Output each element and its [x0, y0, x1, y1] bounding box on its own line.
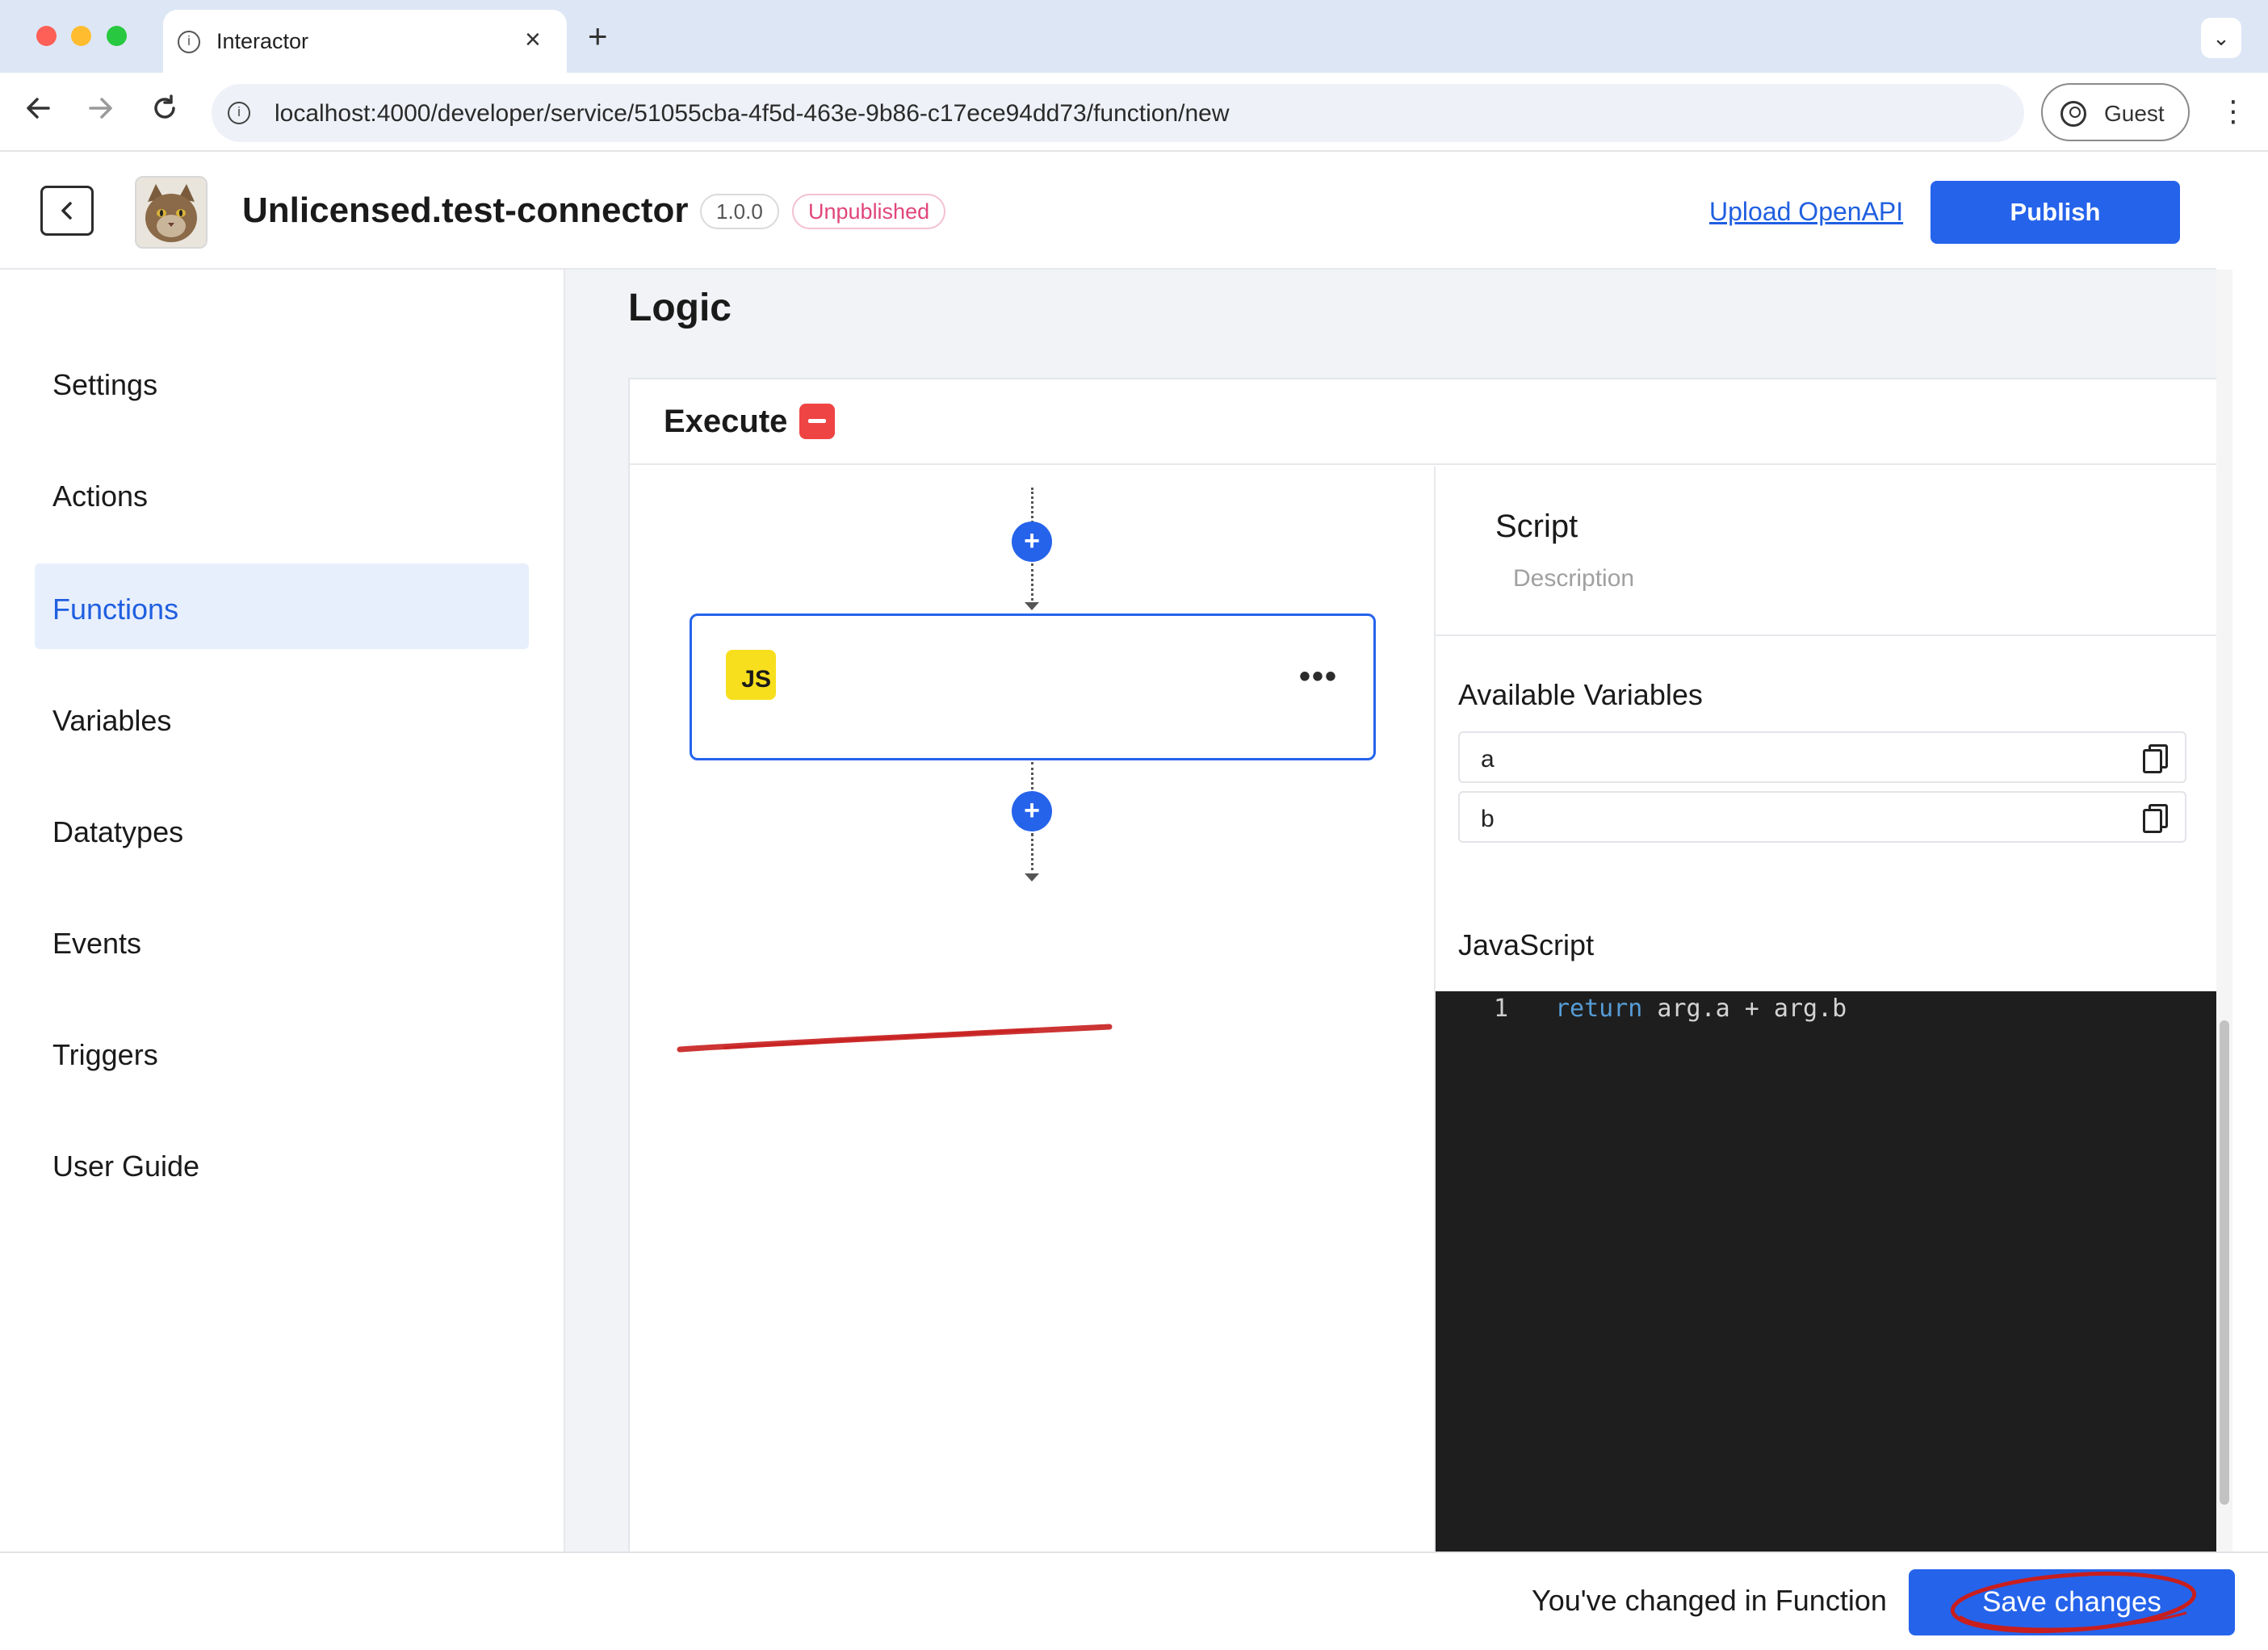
flow-connector	[1031, 563, 1033, 605]
flow-connector	[1031, 833, 1033, 877]
unsaved-changes-message: You've changed in Function	[1532, 1584, 1887, 1617]
kebab-menu-icon[interactable]: ⋮	[2219, 95, 2248, 128]
sidebar-item-label: Triggers	[52, 1038, 158, 1071]
browser-toolbar: i localhost:4000/developer/service/51055…	[0, 73, 2268, 152]
close-window-button[interactable]	[36, 26, 57, 46]
maximize-window-button[interactable]	[107, 26, 127, 46]
reload-icon	[154, 94, 175, 119]
sidebar-item-settings[interactable]: Settings	[35, 339, 529, 425]
user-icon	[2060, 101, 2086, 127]
arrow-down-icon	[1025, 602, 1039, 610]
sidebar-item-label: Settings	[52, 368, 158, 401]
site-info-icon[interactable]: i	[228, 102, 250, 124]
chevron-left-icon	[61, 202, 72, 220]
reload-button[interactable]	[149, 92, 181, 133]
add-step-after-button[interactable]: +	[1012, 791, 1052, 831]
execute-header: Execute	[630, 379, 2218, 465]
sidebar: Settings Actions Functions Variables Dat…	[0, 270, 565, 1552]
upload-openapi-link[interactable]: Upload OpenAPI	[1709, 197, 1903, 227]
arrow-right-icon	[89, 98, 112, 119]
sidebar-item-label: Datatypes	[52, 815, 184, 848]
copy-icon[interactable]	[2143, 804, 2168, 833]
remove-execute-button[interactable]	[799, 404, 835, 439]
sidebar-item-user-guide[interactable]: User Guide	[35, 1120, 529, 1206]
browser-tab-bar: i Interactor × + ⌄	[0, 0, 2268, 73]
sidebar-item-label: Events	[52, 927, 142, 960]
add-step-before-button[interactable]: +	[1012, 521, 1052, 562]
browser-tab[interactable]: i Interactor ×	[163, 10, 567, 73]
available-variables-title: Available Variables	[1458, 678, 1703, 711]
line-number: 1	[1494, 995, 1509, 1023]
copy-icon[interactable]	[2143, 744, 2168, 773]
script-step-node[interactable]: JS •••	[690, 614, 1376, 760]
annotation-underline	[677, 1024, 1113, 1053]
minimize-window-button[interactable]	[71, 26, 91, 46]
code-expression: arg.a + arg.b	[1642, 995, 1847, 1023]
page-title: Unlicensed.test-connector	[242, 191, 689, 230]
section-title: Logic	[628, 287, 732, 329]
version-badge: 1.0.0	[700, 194, 779, 229]
main-content: Logic Execute + JS ••• + Script Descript…	[565, 270, 2218, 1553]
avatar	[135, 176, 208, 249]
cat-avatar-image	[136, 178, 206, 247]
flow-canvas: + JS ••• +	[630, 467, 1436, 1553]
script-header: Script Description	[1436, 467, 2218, 636]
profile-button[interactable]: Guest	[2041, 83, 2190, 141]
new-tab-button[interactable]: +	[588, 18, 608, 55]
sidebar-item-datatypes[interactable]: Datatypes	[35, 786, 529, 872]
sidebar-item-events[interactable]: Events	[35, 898, 529, 983]
more-options-icon[interactable]: •••	[1299, 660, 1338, 693]
script-title[interactable]: Script	[1495, 509, 1578, 545]
sidebar-item-functions[interactable]: Functions	[35, 563, 529, 649]
url-text[interactable]: localhost:4000/developer/service/51055cb…	[275, 100, 1230, 128]
flow-connector	[1031, 762, 1033, 794]
publish-button[interactable]: Publish	[1931, 181, 2180, 244]
sidebar-item-label: User Guide	[52, 1150, 200, 1183]
tab-close-button[interactable]: ×	[525, 26, 541, 53]
description-field[interactable]: Description	[1513, 565, 1634, 593]
variable-row: b	[1458, 791, 2186, 843]
variable-name: b	[1481, 806, 1495, 832]
javascript-title: JavaScript	[1458, 928, 1595, 961]
sidebar-item-label: Functions	[52, 593, 179, 626]
arrow-left-icon	[27, 98, 50, 119]
app-header: Unlicensed.test-connector 1.0.0 Unpublis…	[0, 153, 2216, 270]
tab-list-button[interactable]: ⌄	[2201, 18, 2241, 58]
code-editor[interactable]: 1 return arg.a + arg.b	[1436, 991, 2218, 1553]
main-scrollbar[interactable]	[2216, 270, 2232, 1552]
tab-title: Interactor	[216, 29, 309, 53]
sidebar-item-triggers[interactable]: Triggers	[35, 1009, 529, 1095]
sidebar-item-label: Variables	[52, 704, 172, 737]
address-bar[interactable]: i localhost:4000/developer/service/51055…	[212, 84, 2024, 142]
variable-row: a	[1458, 731, 2186, 783]
status-badge: Unpublished	[792, 194, 946, 229]
arrow-down-icon	[1025, 873, 1039, 882]
execute-card: Execute + JS ••• + Script Description Av…	[628, 378, 2218, 1553]
profile-label: Guest	[2104, 101, 2165, 126]
javascript-icon: JS	[726, 650, 776, 700]
back-to-services-button[interactable]	[40, 186, 94, 236]
variable-name: a	[1481, 746, 1495, 773]
scroll-thumb[interactable]	[2220, 1020, 2229, 1505]
execute-title: Execute	[664, 404, 788, 439]
back-button[interactable]	[23, 92, 55, 133]
script-panel: Script Description Available Variables a…	[1436, 467, 2218, 1553]
info-icon: i	[178, 31, 200, 53]
sidebar-item-variables[interactable]: Variables	[35, 675, 529, 760]
save-bar: You've changed in Function Save changes	[0, 1552, 2268, 1650]
annotation-circle	[1950, 1572, 2197, 1633]
sidebar-item-actions[interactable]: Actions	[35, 450, 529, 536]
sidebar-item-label: Actions	[52, 480, 149, 513]
code-keyword: return	[1555, 995, 1643, 1023]
forward-button[interactable]	[84, 92, 116, 133]
code-line[interactable]: return arg.a + arg.b	[1555, 995, 1847, 1023]
